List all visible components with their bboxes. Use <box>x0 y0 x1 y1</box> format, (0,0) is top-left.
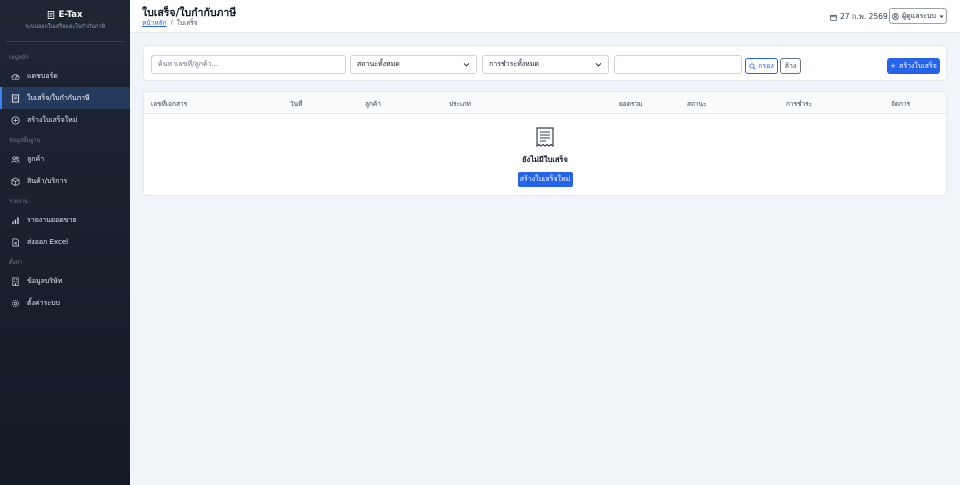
breadcrumb-current: ใบเสร็จ <box>176 19 198 27</box>
empty-state: ยังไม่มีใบเสร็จ สร้างใบเสร็จใหม่ <box>144 126 946 187</box>
sidebar-item-export-excel[interactable]: ส่งออก Excel <box>0 231 130 253</box>
filter-bar: ค้นหาเลขที่/ลูกค้า... สถานะทั้งหมด การชำ… <box>143 45 947 81</box>
column-header-total[interactable]: ยอดรวม <box>619 99 642 109</box>
top-header: ใบเสร็จ/ใบกำกับภาษี หน้าหลัก / ใบเสร็จ 2… <box>130 0 960 33</box>
dashboard-icon <box>11 73 20 80</box>
search-input[interactable]: ค้นหาเลขที่/ลูกค้า... <box>151 55 346 74</box>
plus-icon: + <box>890 62 897 70</box>
receipt-icon <box>11 93 20 103</box>
calendar-icon <box>830 14 837 21</box>
sidebar-item-label: ตั้งค่าระบบ <box>27 298 60 307</box>
sidebar-item-new-receipt[interactable]: สร้างใบเสร็จใหม่ <box>0 109 130 131</box>
gear-icon <box>11 299 20 307</box>
file-excel-icon <box>12 238 20 246</box>
search-icon <box>749 62 756 70</box>
section-label-master-data: ข้อมูลพื้นฐาน <box>9 138 41 144</box>
column-header-customer[interactable]: ลูกค้า <box>365 99 381 109</box>
section-label-reports: รายงาน <box>9 199 28 205</box>
table-header: เลขที่เอกสาร วันที่ ลูกค้า ประเภท ยอดรวม… <box>144 92 946 114</box>
create-receipt-button[interactable]: + สร้างใบเสร็จ <box>887 58 940 74</box>
sidebar-item-label: ส่งออก Excel <box>27 237 69 246</box>
brand: E-Tax ระบบออกใบเสร็จและใบกำกับภาษี <box>6 0 124 42</box>
breadcrumb-home-link[interactable]: หน้าหลัก <box>142 18 167 28</box>
user-name: ผู้ดูแลระบบ <box>902 11 936 20</box>
clear-button[interactable]: ล้าง <box>780 58 801 74</box>
filter-button-label: กรอง <box>758 61 774 70</box>
sidebar-item-system-settings[interactable]: ตั้งค่าระบบ <box>0 292 130 314</box>
brand-title: E-Tax <box>47 10 83 20</box>
status-select[interactable]: สถานะทั้งหมด <box>350 55 477 74</box>
section-label-main: เมนูหลัก <box>9 55 29 61</box>
people-icon <box>11 155 20 163</box>
sidebar-item-label: สร้างใบเสร็จใหม่ <box>27 115 78 124</box>
current-date: 27 ก.พ. 2569 <box>830 11 888 23</box>
date-text: 27 ก.พ. 2569 <box>840 12 888 21</box>
sidebar-item-company-info[interactable]: ข้อมูลบริษัท <box>0 270 130 292</box>
receipt-empty-icon <box>536 127 554 148</box>
breadcrumb-separator: / <box>170 18 173 26</box>
sidebar: E-Tax ระบบออกใบเสร็จและใบกำกับภาษี เมนูห… <box>0 0 130 485</box>
payment-select[interactable]: การชำระทั้งหมด <box>482 55 609 74</box>
create-receipt-label: สร้างใบเสร็จ <box>899 61 937 70</box>
sidebar-item-label: แดชบอร์ด <box>27 71 58 80</box>
sidebar-item-label: ลูกค้า <box>27 154 45 163</box>
building-icon <box>12 277 19 286</box>
brand-subtitle: ระบบออกใบเสร็จและใบกำกับภาษี <box>24 24 106 30</box>
column-header-type[interactable]: ประเภท <box>449 99 471 109</box>
payment-select-value: การชำระทั้งหมด <box>489 60 539 68</box>
column-header-status[interactable]: สถานะ <box>687 99 707 109</box>
date-input[interactable] <box>614 55 742 74</box>
caret-down-icon <box>939 15 944 18</box>
column-header-doc-no[interactable]: เลขที่เอกสาร <box>151 99 187 109</box>
breadcrumb: หน้าหลัก / ใบเสร็จ <box>142 18 198 28</box>
box-icon <box>11 176 20 186</box>
sidebar-item-sales-report[interactable]: รายงานยอดขาย <box>0 209 130 231</box>
chevron-down-icon <box>463 63 470 67</box>
column-header-actions: จัดการ <box>891 100 911 108</box>
sidebar-item-label: รายงานยอดขาย <box>27 215 77 224</box>
sidebar-item-label: ใบเสร็จ/ใบกำกับภาษี <box>27 93 90 102</box>
column-header-payment[interactable]: การชำระ <box>786 99 812 109</box>
sidebar-item-dashboard[interactable]: แดชบอร์ด <box>0 65 130 87</box>
sidebar-item-label: สินค้า/บริการ <box>27 176 68 185</box>
chevron-down-icon <box>595 63 602 67</box>
filter-button[interactable]: กรอง <box>745 58 778 74</box>
receipts-table: เลขที่เอกสาร วันที่ ลูกค้า ประเภท ยอดรวม… <box>143 91 947 196</box>
sidebar-item-products[interactable]: สินค้า/บริการ <box>0 170 130 192</box>
sidebar-item-customers[interactable]: ลูกค้า <box>0 148 130 170</box>
column-header-date[interactable]: วันที่ <box>290 99 302 109</box>
section-label-settings: ตั้งค่า <box>9 260 23 266</box>
bar-chart-icon <box>12 216 19 224</box>
brand-name: E-Tax <box>58 10 83 20</box>
receipt-logo-icon <box>48 11 55 19</box>
user-menu-button[interactable]: ผู้ดูแลระบบ <box>889 8 947 24</box>
create-new-receipt-button[interactable]: สร้างใบเสร็จใหม่ <box>517 172 573 187</box>
sidebar-item-label: ข้อมูลบริษัท <box>27 276 63 285</box>
status-select-value: สถานะทั้งหมด <box>357 60 400 68</box>
search-placeholder: ค้นหาเลขที่/ลูกค้า... <box>158 60 219 68</box>
sidebar-item-receipts[interactable]: ใบเสร็จ/ใบกำกับภาษี <box>0 87 130 109</box>
user-circle-icon <box>892 12 899 20</box>
clear-button-label: ล้าง <box>784 61 797 70</box>
empty-state-text: ยังไม่มีใบเสร็จ <box>522 155 568 164</box>
plus-circle-icon <box>11 115 20 125</box>
